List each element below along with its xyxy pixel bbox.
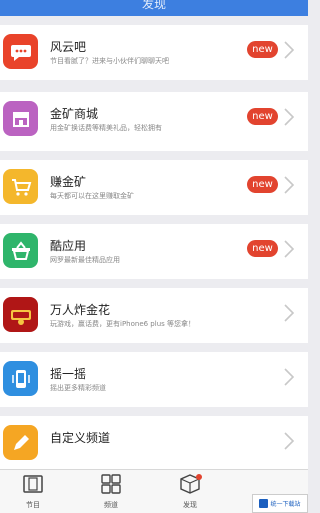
cart-icon <box>3 169 38 204</box>
chevron-right-icon <box>283 303 295 323</box>
watermark-text: 统一下载站 <box>270 501 301 508</box>
basket-icon <box>3 233 38 268</box>
item-title: 酷应用 <box>50 239 87 253</box>
new-badge: new <box>247 240 278 257</box>
chevron-right-icon <box>283 40 295 60</box>
list-item-shake[interactable]: 摇一摇 摇出更多精彩频道 <box>0 352 308 407</box>
top-bar: 发现 <box>0 0 308 16</box>
chevron-right-icon <box>283 431 295 451</box>
tab-discover[interactable]: 发现 <box>170 474 210 512</box>
chevron-right-icon <box>283 175 295 195</box>
chat-bubble-icon <box>3 34 38 69</box>
phone-shake-icon <box>3 361 38 396</box>
new-badge: new <box>247 176 278 193</box>
item-description: 网罗最新最佳精品应用 <box>50 256 120 264</box>
watermark: 统一下载站 <box>252 494 308 513</box>
chevron-right-icon <box>283 367 295 387</box>
page-title: 发现 <box>141 0 166 11</box>
chevron-right-icon <box>283 239 295 259</box>
item-description: 节目看腻了？进来与小伙伴们聊聊天吧 <box>50 57 169 65</box>
tv-icon <box>23 475 43 493</box>
shop-icon <box>3 101 38 136</box>
list-item-gold-mall[interactable]: 金矿商城 用金矿换话费等精美礼品，轻松拥有 new <box>0 92 308 151</box>
tab-label: 节目 <box>26 501 40 509</box>
new-badge: new <box>247 108 278 125</box>
game-logo-icon <box>3 297 38 332</box>
item-title: 风云吧 <box>50 40 87 54</box>
item-description: 用金矿换话费等精美礼品，轻松拥有 <box>50 124 162 132</box>
grid-icon <box>101 474 121 494</box>
new-badge: new <box>247 41 278 58</box>
chevron-right-icon <box>283 107 295 127</box>
watermark-logo-icon <box>259 499 269 508</box>
tab-programs[interactable]: 节目 <box>13 474 53 512</box>
item-title: 摇一摇 <box>50 367 87 381</box>
discover-list: 风云吧 节目看腻了？进来与小伙伴们聊聊天吧 new 金矿商城 用金矿换话费等精美… <box>0 16 308 471</box>
list-item-custom-channel[interactable]: 自定义频道 <box>0 416 308 471</box>
list-item-fengyunba[interactable]: 风云吧 节目看腻了？进来与小伙伴们聊聊天吧 new <box>0 25 308 80</box>
tab-label: 频道 <box>104 501 118 509</box>
item-title: 万人炸金花 <box>50 303 111 317</box>
item-title: 自定义频道 <box>50 431 111 445</box>
item-description: 玩游戏，赢话费，更有iPhone6 plus 等您拿！ <box>50 320 196 328</box>
list-item-zhajinhua[interactable]: 万人炸金花 玩游戏，赢话费，更有iPhone6 plus 等您拿！ <box>0 288 308 343</box>
notification-dot <box>196 474 202 480</box>
item-title: 金矿商城 <box>50 107 99 121</box>
item-description: 每天都可以在这里赚取金矿 <box>50 192 134 200</box>
tab-label: 发现 <box>183 501 197 509</box>
tab-channels[interactable]: 频道 <box>91 474 131 512</box>
item-title: 赚金矿 <box>50 175 87 189</box>
list-item-cool-apps[interactable]: 酷应用 网罗最新最佳精品应用 new <box>0 224 308 279</box>
edit-icon <box>3 425 38 460</box>
list-item-earn-gold[interactable]: 赚金矿 每天都可以在这里赚取金矿 new <box>0 160 308 215</box>
item-description: 摇出更多精彩频道 <box>50 384 106 392</box>
